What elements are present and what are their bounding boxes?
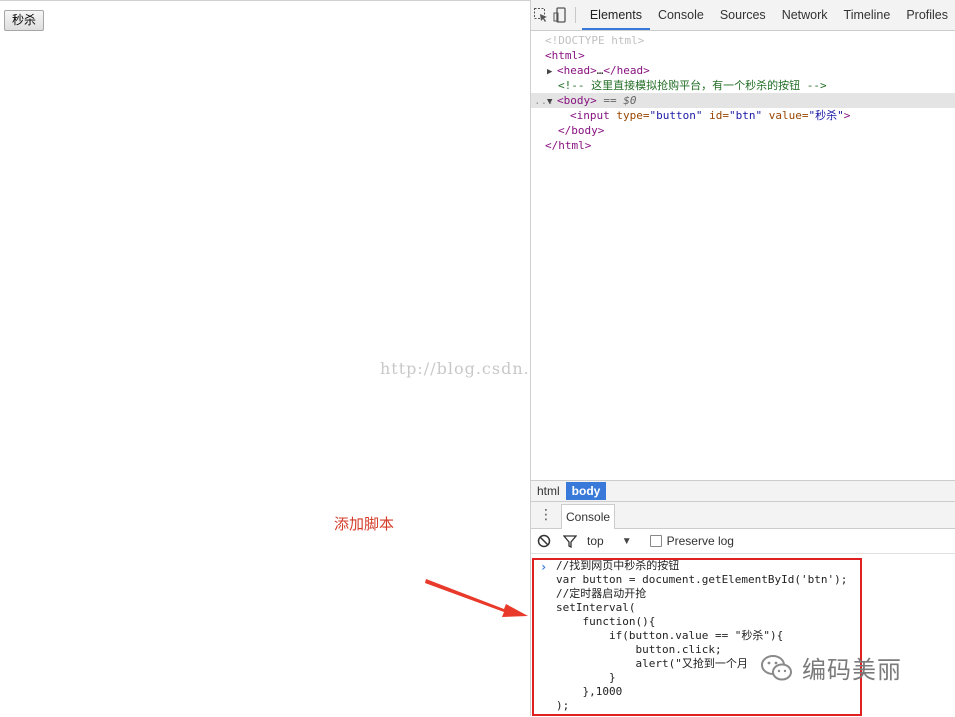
annotation-label: 添加脚本 bbox=[334, 515, 395, 533]
drawer-menu-icon[interactable]: ⋮ bbox=[531, 507, 561, 523]
inspect-element-icon[interactable] bbox=[531, 0, 551, 30]
dom-head-line[interactable]: ▶ <head>…</head> bbox=[531, 63, 955, 78]
input-open-tag: <input bbox=[570, 109, 617, 122]
tab-profiles[interactable]: Profiles bbox=[898, 0, 955, 30]
input-close-bracket: > bbox=[843, 109, 851, 122]
breadcrumb-html[interactable]: html bbox=[531, 482, 566, 500]
tab-elements[interactable]: Elements bbox=[581, 0, 650, 30]
dom-body-line[interactable]: ... ▼ <body> == $0 bbox=[531, 93, 955, 108]
context-select[interactable]: top bbox=[587, 534, 604, 548]
attr-id-value: "btn" bbox=[728, 109, 763, 122]
highlight-box bbox=[532, 558, 862, 716]
preserve-log-checkbox[interactable] bbox=[649, 535, 662, 547]
attr-id-name: id= bbox=[709, 109, 729, 122]
wechat-icon bbox=[761, 654, 792, 680]
preserve-log-toggle[interactable]: Preserve log bbox=[649, 534, 734, 548]
attr-type-value: "button" bbox=[649, 109, 703, 122]
dom-input-line[interactable]: <input type="button" id="btn" value="秒杀"… bbox=[531, 108, 955, 123]
wechat-account-name: 编码美丽 bbox=[802, 656, 902, 684]
tab-console[interactable]: Console bbox=[650, 0, 712, 30]
more-dots[interactable]: ... bbox=[534, 93, 554, 108]
dom-html-close-line[interactable]: </html> bbox=[531, 138, 955, 153]
seckill-button[interactable]: 秒杀 bbox=[4, 10, 45, 31]
body-close-tag: </body> bbox=[558, 124, 605, 137]
dom-body-close-line[interactable]: </body> bbox=[531, 123, 955, 138]
html-close-tag: </html> bbox=[545, 139, 592, 152]
console-toolbar: top ▼ Preserve log bbox=[531, 529, 955, 554]
html-comment: <!-- 这里直接模拟抢购平台，有一个秒杀的按钮 --> bbox=[558, 79, 827, 92]
attr-value-value: "秒杀" bbox=[808, 109, 844, 122]
head-close-tag: </head> bbox=[603, 64, 650, 77]
dom-tree: <!DOCTYPE html> <html> ▶ <head>…</head> <… bbox=[531, 31, 955, 480]
device-mode-icon[interactable] bbox=[551, 0, 571, 30]
head-open-tag: <head> bbox=[557, 64, 597, 77]
dom-doctype-line[interactable]: <!DOCTYPE html> bbox=[531, 33, 955, 48]
dom-html-line[interactable]: <html> bbox=[531, 48, 955, 63]
tab-network[interactable]: Network bbox=[774, 0, 836, 30]
drawer-toolbar: ⋮ Console bbox=[531, 502, 955, 529]
body-open-tag: <body> bbox=[557, 94, 597, 107]
breadcrumb: html body bbox=[531, 480, 955, 502]
wechat-watermark: 编码美丽 bbox=[760, 650, 902, 685]
console-input-area[interactable]: › //找到网页中秒杀的按钮 var button = document.get… bbox=[531, 557, 955, 716]
doctype-text: <!DOCTYPE html> bbox=[545, 34, 645, 47]
drawer-tab-console[interactable]: Console bbox=[561, 503, 616, 529]
filter-icon[interactable] bbox=[557, 534, 583, 548]
selected-node-marker: == $0 bbox=[603, 94, 637, 107]
page-viewport: 秒杀 http://blog.csdn.net/ 添加脚本 bbox=[0, 0, 564, 717]
clear-console-icon[interactable] bbox=[531, 534, 557, 548]
html-open-tag: <html> bbox=[545, 49, 585, 62]
attr-type-name: type= bbox=[616, 109, 650, 122]
preserve-log-label: Preserve log bbox=[666, 534, 734, 548]
tab-timeline[interactable]: Timeline bbox=[836, 0, 899, 30]
devtools-panel: Elements Console Sources Network Timelin… bbox=[530, 0, 955, 716]
breadcrumb-body[interactable]: body bbox=[565, 482, 607, 500]
dom-comment-line[interactable]: <!-- 这里直接模拟抢购平台，有一个秒杀的按钮 --> bbox=[531, 78, 955, 93]
attr-value-name: value= bbox=[768, 109, 809, 122]
annotation-arrow-icon bbox=[425, 579, 528, 617]
tab-sources[interactable]: Sources bbox=[712, 0, 774, 30]
chevron-down-icon[interactable]: ▼ bbox=[622, 536, 632, 547]
devtools-toolbar: Elements Console Sources Network Timelin… bbox=[531, 0, 955, 31]
toolbar-divider bbox=[575, 7, 576, 23]
